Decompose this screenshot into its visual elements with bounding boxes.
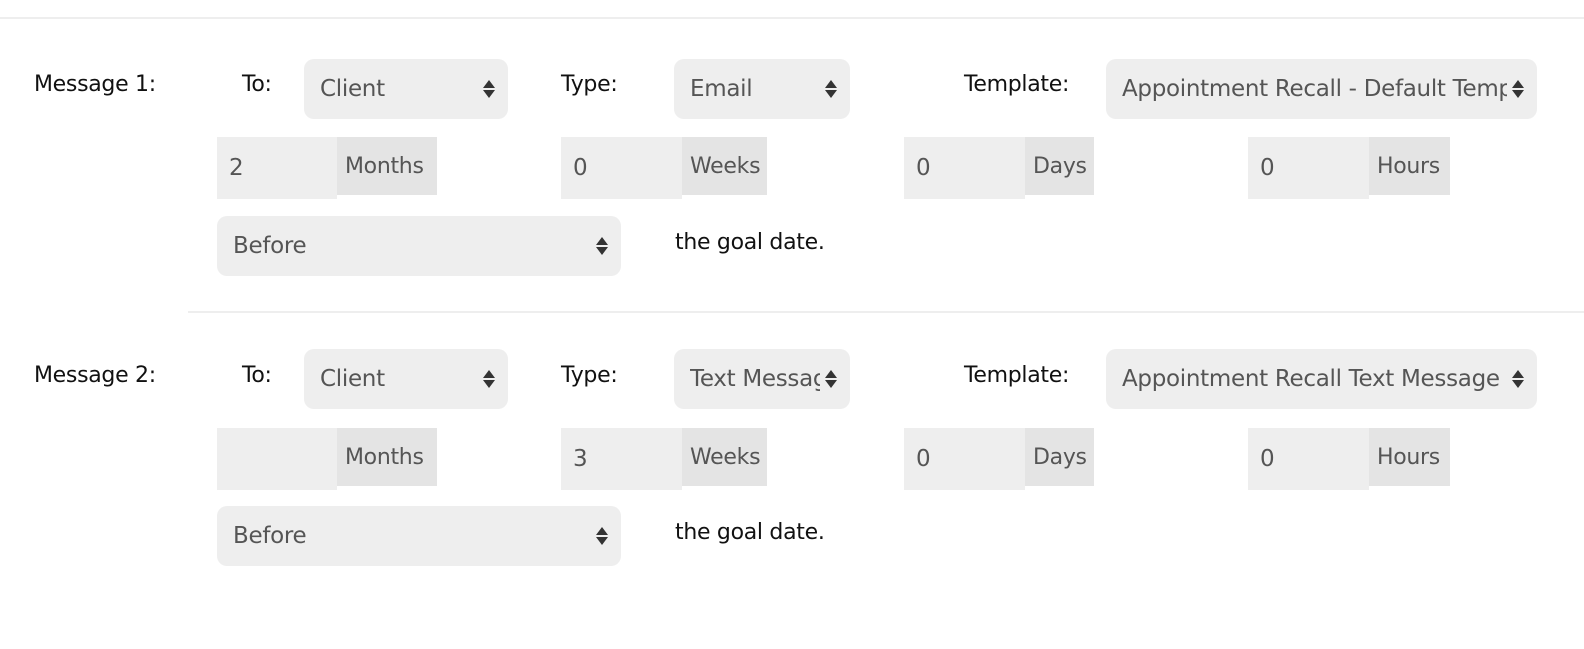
template-select-value: Appointment Recall Text Message — [1122, 366, 1500, 392]
weeks-group: 0 Weeks — [561, 137, 767, 199]
months-input[interactable] — [217, 428, 337, 490]
days-group: 0 Days — [904, 428, 1094, 490]
up-down-arrows-icon — [1507, 370, 1529, 388]
days-input[interactable]: 0 — [904, 137, 1025, 199]
days-unit: Days — [1025, 428, 1094, 486]
type-select-value: Email — [690, 76, 753, 102]
template-label: Template: — [964, 72, 1070, 97]
goal-date-text: the goal date. — [675, 230, 825, 255]
weeks-unit: Weeks — [682, 428, 767, 486]
hours-group: 0 Hours — [1248, 137, 1450, 199]
to-select-value: Client — [320, 366, 385, 392]
template-select[interactable]: Appointment Recall Text Message — [1106, 349, 1537, 409]
message-2-row: Message 2: To: Client Type: Text Message… — [0, 291, 1584, 566]
to-select-value: Client — [320, 76, 385, 102]
relation-select-value: Before — [233, 523, 307, 549]
to-label: To: — [242, 363, 272, 388]
days-group: 0 Days — [904, 137, 1094, 199]
weeks-group: 3 Weeks — [561, 428, 767, 490]
message-label: Message 2: — [34, 363, 156, 388]
template-select-value: Appointment Recall - Default Template — [1122, 76, 1507, 102]
hours-group: 0 Hours — [1248, 428, 1450, 490]
type-label: Type: — [561, 72, 618, 97]
up-down-arrows-icon — [1507, 80, 1529, 98]
hours-input[interactable]: 0 — [1248, 137, 1369, 199]
goal-date-text: the goal date. — [675, 520, 825, 545]
relation-select-value: Before — [233, 233, 307, 259]
up-down-arrows-icon — [478, 80, 500, 98]
months-group: Months — [217, 428, 437, 490]
to-select[interactable]: Client — [304, 349, 508, 409]
type-label: Type: — [561, 363, 618, 388]
months-input[interactable]: 2 — [217, 137, 337, 199]
hours-unit: Hours — [1369, 137, 1450, 195]
message-label: Message 1: — [34, 72, 156, 97]
weeks-input[interactable]: 3 — [561, 428, 682, 490]
up-down-arrows-icon — [591, 527, 613, 545]
up-down-arrows-icon — [820, 80, 842, 98]
template-label: Template: — [964, 363, 1070, 388]
up-down-arrows-icon — [478, 370, 500, 388]
relation-select[interactable]: Before — [217, 506, 621, 566]
weeks-input[interactable]: 0 — [561, 137, 682, 199]
months-group: 2 Months — [217, 137, 437, 199]
type-select[interactable]: Email — [674, 59, 850, 119]
hours-unit: Hours — [1369, 428, 1450, 486]
days-unit: Days — [1025, 137, 1094, 195]
to-select[interactable]: Client — [304, 59, 508, 119]
up-down-arrows-icon — [591, 237, 613, 255]
template-select[interactable]: Appointment Recall - Default Template — [1106, 59, 1537, 119]
months-unit: Months — [337, 137, 437, 195]
message-1-row: Message 1: To: Client Type: Email Templa… — [0, 0, 1584, 276]
type-select-value: Text Message — [690, 366, 820, 392]
to-label: To: — [242, 72, 272, 97]
up-down-arrows-icon — [820, 370, 842, 388]
days-input[interactable]: 0 — [904, 428, 1025, 490]
type-select[interactable]: Text Message — [674, 349, 850, 409]
relation-select[interactable]: Before — [217, 216, 621, 276]
hours-input[interactable]: 0 — [1248, 428, 1369, 490]
months-unit: Months — [337, 428, 437, 486]
weeks-unit: Weeks — [682, 137, 767, 195]
